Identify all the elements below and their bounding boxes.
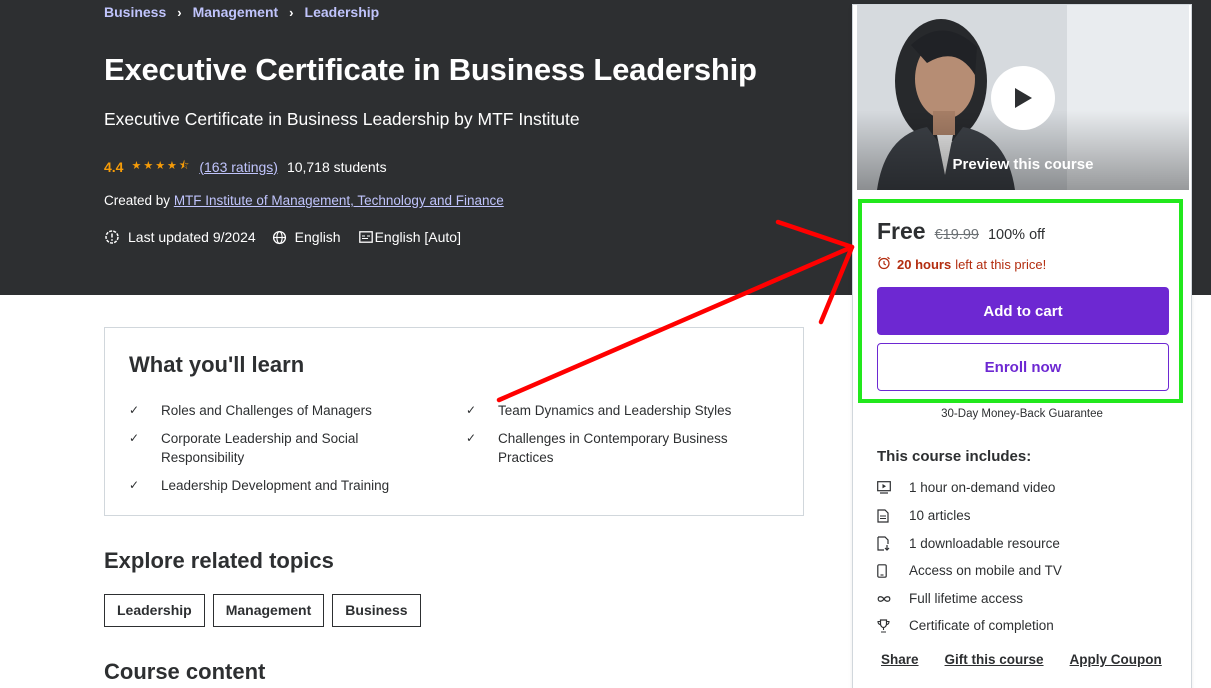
annotation-arrow (496, 219, 855, 403)
